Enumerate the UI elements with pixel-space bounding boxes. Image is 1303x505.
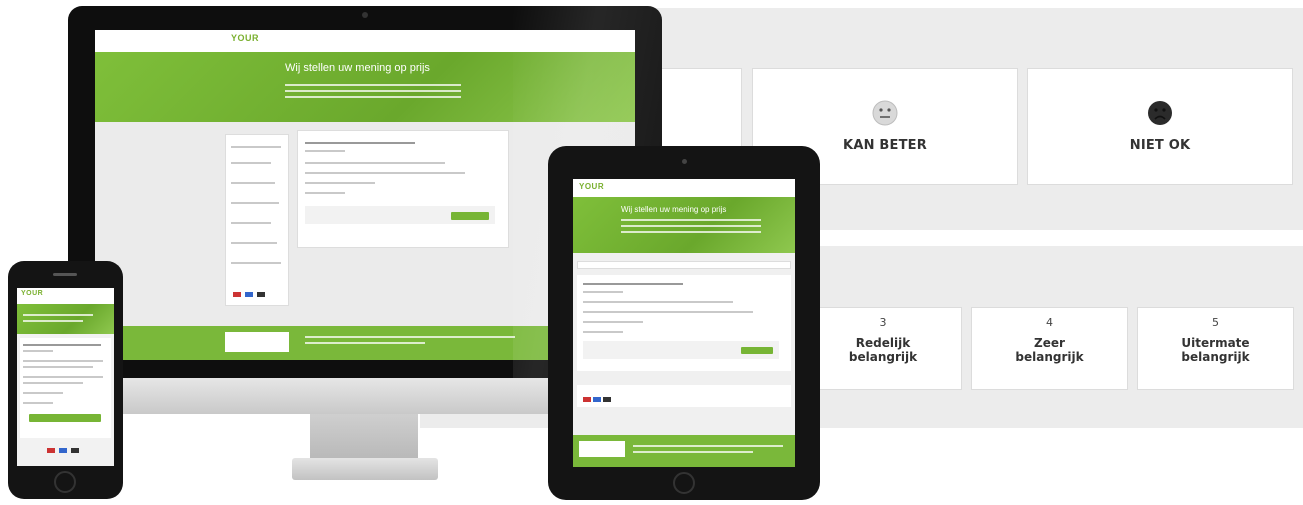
hero-headline: Wij stellen uw mening op prijs [285,62,430,74]
tablet-screen: YOUR Wij stellen uw mening op prijs [573,179,795,467]
scale-label-line2: belangrijk [1015,350,1084,364]
importance-option-3[interactable]: 3 Redelijk belangrijk [804,307,962,390]
phone-mockup: YOUR [8,261,123,499]
speaker-icon [53,273,77,276]
home-button [54,471,76,493]
scale-number: 4 [1046,316,1053,329]
hero-headline: Wij stellen uw mening op prijs [621,205,727,214]
scale-label-line1: Zeer [1034,336,1065,350]
sad-face-icon [1148,101,1172,125]
brand-logo: YOUR [231,33,260,43]
camera-icon [362,12,368,18]
home-button [673,472,695,494]
mood-option-niet-ok[interactable]: NIET OK [1027,68,1293,185]
tablet-mockup: YOUR Wij stellen uw mening op prijs [548,146,820,500]
scale-label-line2: belangrijk [848,350,918,364]
neutral-face-icon [872,100,898,126]
monitor-foot [292,458,438,480]
importance-option-5[interactable]: 5 Uitermate belangrijk [1137,307,1294,390]
camera-icon [682,159,687,164]
importance-option-4[interactable]: 4 Zeer belangrijk [971,307,1128,390]
scale-label-line2: belangrijk [1181,350,1250,364]
phone-screen: YOUR [17,288,114,466]
scale-label-line1: Redelijk [855,336,911,350]
monitor-stand [310,414,418,460]
scale-number: 3 [879,316,887,329]
mood-label: KAN BETER [843,138,927,153]
hero-band [17,304,114,334]
mood-label: NIET OK [1129,138,1191,153]
brand-logo: YOUR [21,290,44,297]
scale-number: 5 [1212,316,1219,329]
brand-logo: YOUR [579,182,605,191]
scale-label-line1: Uitermate [1181,336,1250,350]
